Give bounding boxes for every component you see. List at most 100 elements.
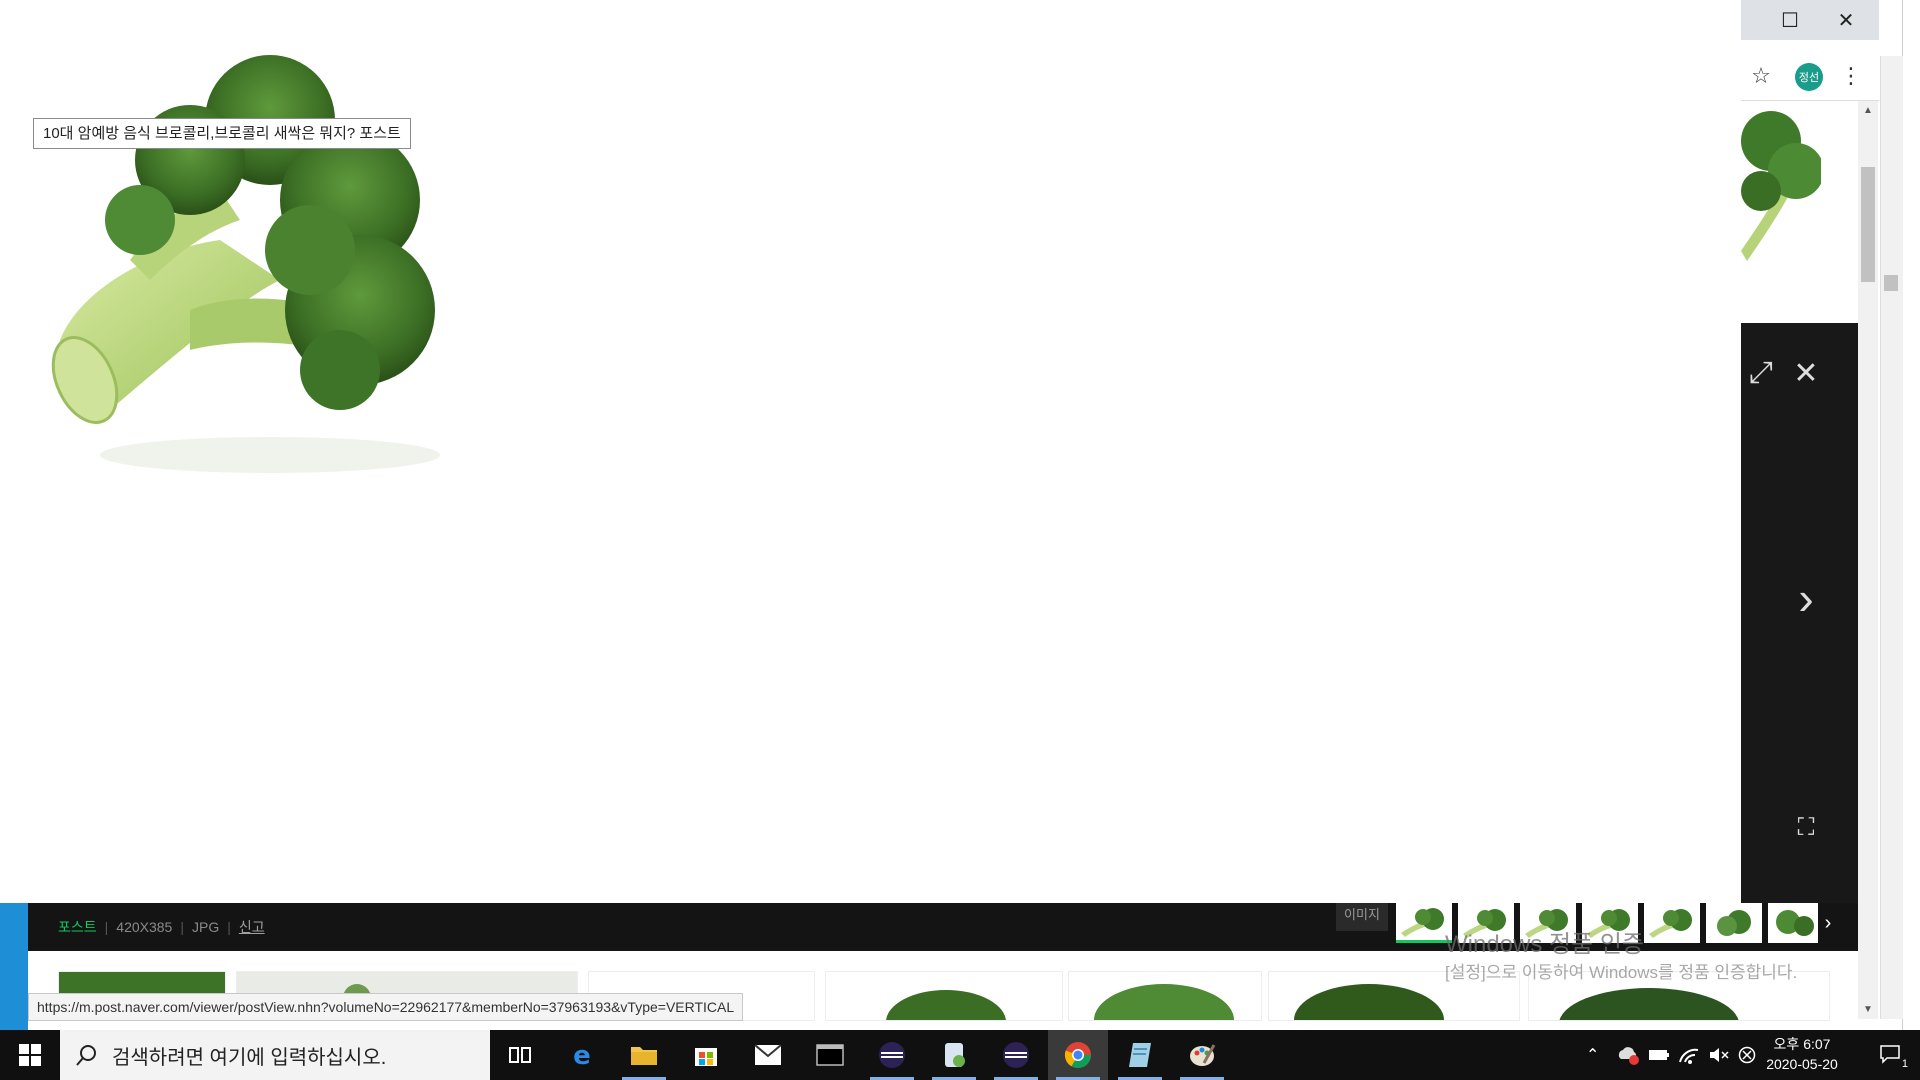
chevron-up-icon: ⌃ [1586,1047,1600,1064]
wifi-icon [1679,1048,1699,1064]
viewer-close-button[interactable]: ✕ [1786,353,1826,393]
taskbar-notepad[interactable] [1110,1030,1170,1080]
close-window-button[interactable]: ✕ [1823,0,1869,40]
background-scrollbar-thumb[interactable] [1884,275,1898,291]
image-meta: 포스트 | 420X385 | JPG | 신고 [58,919,265,935]
activation-watermark-title: Windows 정품 인증 [1445,931,1645,958]
notepad-plus-icon [945,1043,965,1067]
eclipse-icon [1003,1042,1029,1068]
fullscreen-icon: ⛶ [1797,814,1815,841]
search-icon [76,1045,96,1066]
taskbar-file-explorer[interactable] [614,1030,674,1080]
taskbar-notepad-plus[interactable] [924,1030,984,1080]
store-icon [695,1048,717,1066]
thumbnail-next-button[interactable]: › [1806,903,1850,943]
scroll-up-icon[interactable]: ▲ [1858,105,1878,116]
star-icon: ☆ [1751,63,1771,88]
paint-icon [1190,1044,1216,1066]
close-icon: ✕ [1793,356,1819,390]
broccoli-thumbnail [886,990,1006,1020]
maximize-icon: ☐ [1781,9,1799,32]
task-view-icon [509,1047,531,1063]
clock-date: 2020-05-20 [1766,1056,1838,1072]
background-window-scrollbar[interactable] [1880,56,1903,1019]
notification-count-badge: 1 [1901,1058,1908,1070]
expand-icon: ⤢ [1749,356,1773,389]
taskbar-terminal[interactable] [800,1030,860,1080]
image-viewer-panel: ⤢ ✕ › ⛶ [1741,323,1858,903]
more-vert-icon: ⋮ [1840,63,1862,88]
taskbar-store[interactable] [676,1030,736,1080]
source-link[interactable]: 포스트 [58,919,97,935]
taskbar-search-box[interactable]: 검색하려면 여기에 입력하십시오. [60,1030,490,1080]
report-link[interactable]: 신고 [239,919,265,935]
eclipse-icon [879,1042,905,1068]
activation-watermark-subtitle: [설정]으로 이동하여 Windows를 정품 인증합니다. [1445,963,1798,982]
taskbar-mail[interactable] [738,1030,798,1080]
thumbnail-item[interactable] [1396,903,1452,943]
folder-icon [631,1047,657,1065]
expand-button[interactable]: ⤢ [1741,353,1781,393]
status-bar-url: https://m.post.naver.com/viewer/postView… [28,993,744,1021]
search-placeholder: 검색하려면 여기에 입력하십시오. [112,1046,387,1069]
avatar: 정선 [1795,63,1823,91]
image-dimensions: 420X385 [116,919,173,935]
tray-overflow-button[interactable]: ⌃ [1586,1030,1599,1080]
svg-text:e: e [573,1041,591,1069]
broccoli-image[interactable] [40,50,450,480]
broccoli-thumbnail [1401,907,1444,937]
thumbnail-item[interactable] [1706,903,1762,943]
taskbar-eclipse-2[interactable] [986,1030,1046,1080]
browser-toolbar: ☆ 정선 ⋮ [1741,54,1879,101]
taskbar-eclipse[interactable] [862,1030,922,1080]
page-side-content [1741,101,1860,323]
image-tab-label[interactable]: 이미지 [1336,903,1388,931]
fullscreen-button[interactable]: ⛶ [1786,808,1826,848]
notification-center-button[interactable]: 1 [1862,1030,1920,1080]
tray-network[interactable] [1678,1030,1700,1080]
result-image[interactable] [1068,971,1262,1021]
maximize-button[interactable]: ☐ [1767,0,1813,40]
browser-menu-button[interactable]: ⋮ [1833,58,1869,94]
background-window-edge [1902,0,1920,1030]
notepad-icon [1129,1043,1151,1067]
taskbar-paint[interactable] [1172,1030,1232,1080]
taskbar-clock[interactable]: 오후 6:07 2020-05-20 [1752,1034,1852,1074]
start-button[interactable] [0,1030,60,1080]
broccoli-thumbnail[interactable] [1741,101,1821,261]
mail-icon [754,1044,782,1065]
task-view-button[interactable] [490,1030,550,1080]
image-format: JPG [191,919,220,935]
chrome-icon [1064,1042,1092,1069]
chevron-right-icon: › [1798,572,1814,624]
close-icon: ✕ [1837,9,1855,32]
tray-onedrive[interactable] [1616,1030,1640,1080]
bookmark-star-button[interactable]: ☆ [1743,58,1779,94]
clock-time: 오후 6:07 [1773,1036,1831,1052]
volume-mute-icon [1710,1048,1729,1062]
thumbnail-item[interactable] [1644,903,1700,943]
tray-battery[interactable] [1648,1030,1670,1080]
next-image-button[interactable]: › [1786,572,1826,624]
scroll-down-icon[interactable]: ▼ [1858,1004,1878,1015]
chevron-right-icon: › [1824,911,1832,934]
page-scrollbar-thumb[interactable] [1861,167,1875,282]
edge-icon: e [573,1041,591,1069]
browser-tabstrip-gap [1741,40,1879,54]
broccoli-thumbnail [1094,984,1234,1020]
browser-titlebar: ☐ ✕ [1741,0,1879,40]
taskbar-edge[interactable]: e [552,1030,612,1080]
battery-icon [1649,1050,1669,1060]
terminal-icon [816,1044,844,1066]
taskbar-chrome[interactable] [1048,1030,1108,1080]
tray-volume[interactable] [1708,1030,1730,1080]
windows-logo-icon [19,1044,41,1066]
notification-icon [1880,1045,1900,1064]
taskbar: 검색하려면 여기에 입력하십시오. e ⌃ 오후 6:07 2020-05-20… [0,1030,1920,1080]
profile-button[interactable]: 정선 [1795,63,1823,91]
image-title-tooltip: 10대 암예방 음식 브로콜리,브로콜리 새싹은 뭐지? 포스트 [33,118,411,149]
broccoli-thumbnail [1717,910,1751,936]
desktop-edge [0,903,28,1030]
result-image[interactable] [825,971,1063,1021]
cloud-error-icon [1618,1047,1639,1065]
